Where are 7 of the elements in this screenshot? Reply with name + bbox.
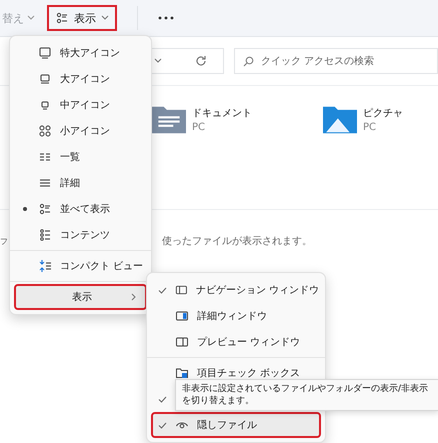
recent-hint-text: 使ったファイルが表示されます。 — [162, 234, 312, 248]
tooltip: 非表示に設定されているファイルやフォルダーの表示/非表示を切り替えます。 — [175, 379, 438, 411]
item-location: PC — [363, 122, 378, 133]
item-name: ピクチャ — [363, 107, 403, 120]
item-name: ドキュメント — [192, 107, 252, 120]
item-location: PC — [192, 122, 206, 133]
recent-hint-text: フ — [0, 236, 8, 246]
